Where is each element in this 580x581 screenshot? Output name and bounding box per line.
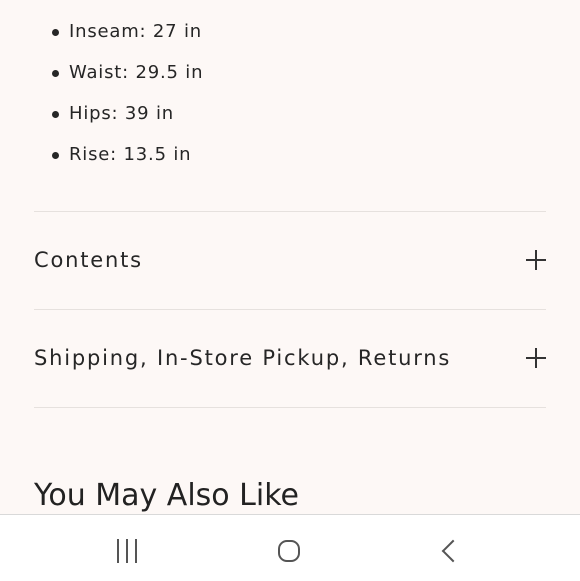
plus-icon[interactable] <box>526 250 546 270</box>
system-navigation-bar <box>0 514 580 581</box>
home-button[interactable] <box>269 531 309 571</box>
divider <box>34 407 546 408</box>
spec-text: Hips: 39 in <box>69 103 174 124</box>
back-icon <box>441 539 465 563</box>
divider <box>34 309 546 310</box>
bullet-icon <box>52 29 59 36</box>
back-button[interactable] <box>430 531 470 571</box>
shipping-accordion[interactable]: Shipping, In-Store Pickup, Returns <box>34 338 546 378</box>
shipping-accordion-label: Shipping, In-Store Pickup, Returns <box>34 346 452 370</box>
plus-icon[interactable] <box>526 348 546 368</box>
spec-item-rise: Rise: 13.5 in <box>52 141 203 182</box>
bullet-icon <box>52 70 59 77</box>
bullet-icon <box>52 152 59 159</box>
home-icon <box>278 540 300 562</box>
spec-text: Inseam: 27 in <box>69 21 202 42</box>
spec-item-inseam: Inseam: 27 in <box>52 18 203 59</box>
spec-item-waist: Waist: 29.5 in <box>52 59 203 100</box>
divider <box>34 211 546 212</box>
product-details-page: Inseam: 27 in Waist: 29.5 in Hips: 39 in… <box>0 0 580 514</box>
contents-accordion-label: Contents <box>34 248 143 272</box>
spec-item-hips: Hips: 39 in <box>52 100 203 141</box>
spec-text: Rise: 13.5 in <box>69 144 192 165</box>
bullet-icon <box>52 111 59 118</box>
contents-accordion[interactable]: Contents <box>34 240 546 280</box>
spec-text: Waist: 29.5 in <box>69 62 204 83</box>
measurements-list: Inseam: 27 in Waist: 29.5 in Hips: 39 in… <box>52 18 203 182</box>
recents-button[interactable] <box>107 531 147 571</box>
recommendations-title: You May Also Like <box>34 478 299 513</box>
recents-icon <box>117 539 137 563</box>
